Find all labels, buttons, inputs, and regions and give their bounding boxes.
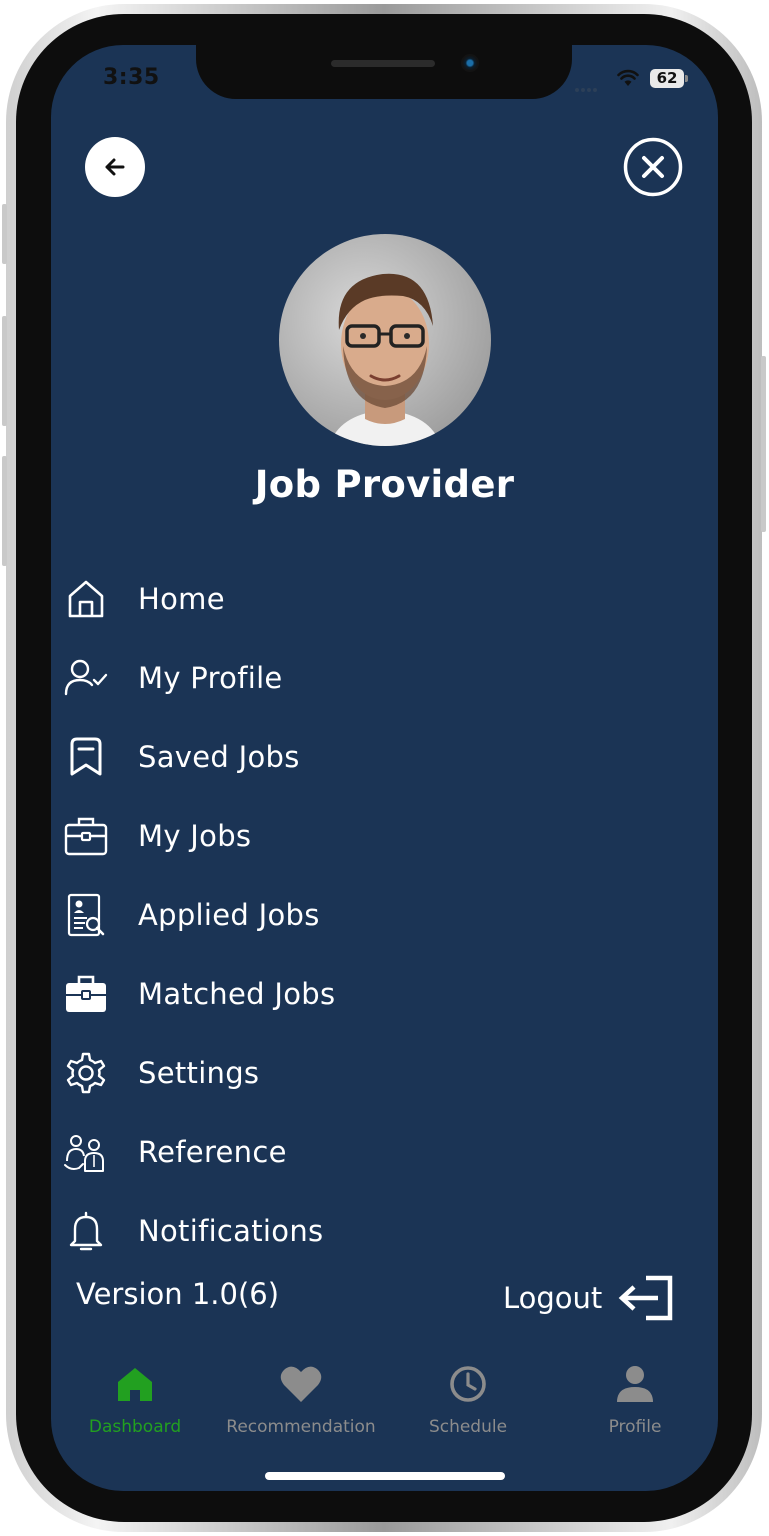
mute-switch xyxy=(2,204,7,264)
status-time: 3:35 xyxy=(103,65,160,90)
menu-item-label: My Profile xyxy=(138,661,283,695)
menu-item-notifications[interactable]: Notifications xyxy=(63,1203,483,1259)
tab-profile[interactable]: Profile xyxy=(551,1353,718,1445)
menu-item-applied-jobs[interactable]: Applied Jobs xyxy=(63,887,483,943)
menu-item-home[interactable]: Home xyxy=(63,571,483,627)
briefcase-outline-icon xyxy=(63,813,109,859)
volume-up-button xyxy=(2,316,7,426)
menu-item-label: Saved Jobs xyxy=(138,740,300,774)
bottom-navigation: Dashboard Recommendation Schedule Profil… xyxy=(51,1353,718,1445)
tab-label: Profile xyxy=(608,1417,662,1437)
cellular-signal-icon xyxy=(575,77,605,92)
menu-item-label: Home xyxy=(138,582,225,616)
profile-title: Job Provider xyxy=(254,463,515,506)
menu-item-saved-jobs[interactable]: Saved Jobs xyxy=(63,729,483,785)
menu-item-label: Applied Jobs xyxy=(138,898,320,932)
tab-recommendation[interactable]: Recommendation xyxy=(217,1353,385,1445)
front-camera xyxy=(461,54,479,72)
app-version: Version 1.0(6) xyxy=(76,1277,280,1311)
close-circle-icon xyxy=(623,137,683,197)
battery-indicator: 62 xyxy=(650,69,688,88)
logout-label: Logout xyxy=(503,1281,603,1315)
logout-button[interactable]: Logout xyxy=(503,1271,674,1325)
menu-item-label: Notifications xyxy=(138,1214,324,1248)
back-button[interactable] xyxy=(85,137,145,197)
home-icon xyxy=(63,576,109,622)
menu-item-my-profile[interactable]: My Profile xyxy=(63,650,483,706)
clock-icon xyxy=(448,1359,488,1409)
wifi-icon xyxy=(617,69,639,91)
briefcase-filled-icon xyxy=(63,971,109,1017)
tab-label: Recommendation xyxy=(226,1417,376,1437)
app-screen: 3:35 62 Job Provider Home My Profile Sav… xyxy=(51,45,718,1491)
heart-icon xyxy=(279,1359,323,1409)
tab-label: Schedule xyxy=(428,1417,508,1437)
person-icon xyxy=(615,1359,655,1409)
menu-item-label: Settings xyxy=(138,1056,260,1090)
user-check-icon xyxy=(63,655,109,701)
logout-icon xyxy=(618,1275,673,1321)
arrow-left-icon xyxy=(105,158,125,176)
menu-item-label: Reference xyxy=(138,1135,287,1169)
volume-down-button xyxy=(2,456,7,566)
menu-item-label: Matched Jobs xyxy=(138,977,336,1011)
power-button xyxy=(761,356,766,532)
tab-label: Dashboard xyxy=(88,1417,182,1437)
tab-schedule[interactable]: Schedule xyxy=(384,1353,552,1445)
menu-item-settings[interactable]: Settings xyxy=(63,1045,483,1101)
avatar xyxy=(279,234,491,446)
bookmark-icon xyxy=(63,734,109,780)
home-indicator[interactable] xyxy=(265,1472,505,1480)
menu-item-reference[interactable]: Reference xyxy=(63,1124,483,1180)
tab-dashboard[interactable]: Dashboard xyxy=(51,1353,219,1445)
speaker-grille xyxy=(331,60,435,67)
menu-item-matched-jobs[interactable]: Matched Jobs xyxy=(63,966,483,1022)
home-filled-icon xyxy=(115,1359,155,1409)
gear-icon xyxy=(63,1050,109,1096)
close-button[interactable] xyxy=(623,137,683,197)
people-reference-icon xyxy=(63,1129,109,1175)
notch xyxy=(196,45,572,99)
menu-item-my-jobs[interactable]: My Jobs xyxy=(63,808,483,864)
resume-search-icon xyxy=(63,892,109,938)
menu-item-label: My Jobs xyxy=(138,819,252,853)
bell-icon xyxy=(63,1208,109,1254)
